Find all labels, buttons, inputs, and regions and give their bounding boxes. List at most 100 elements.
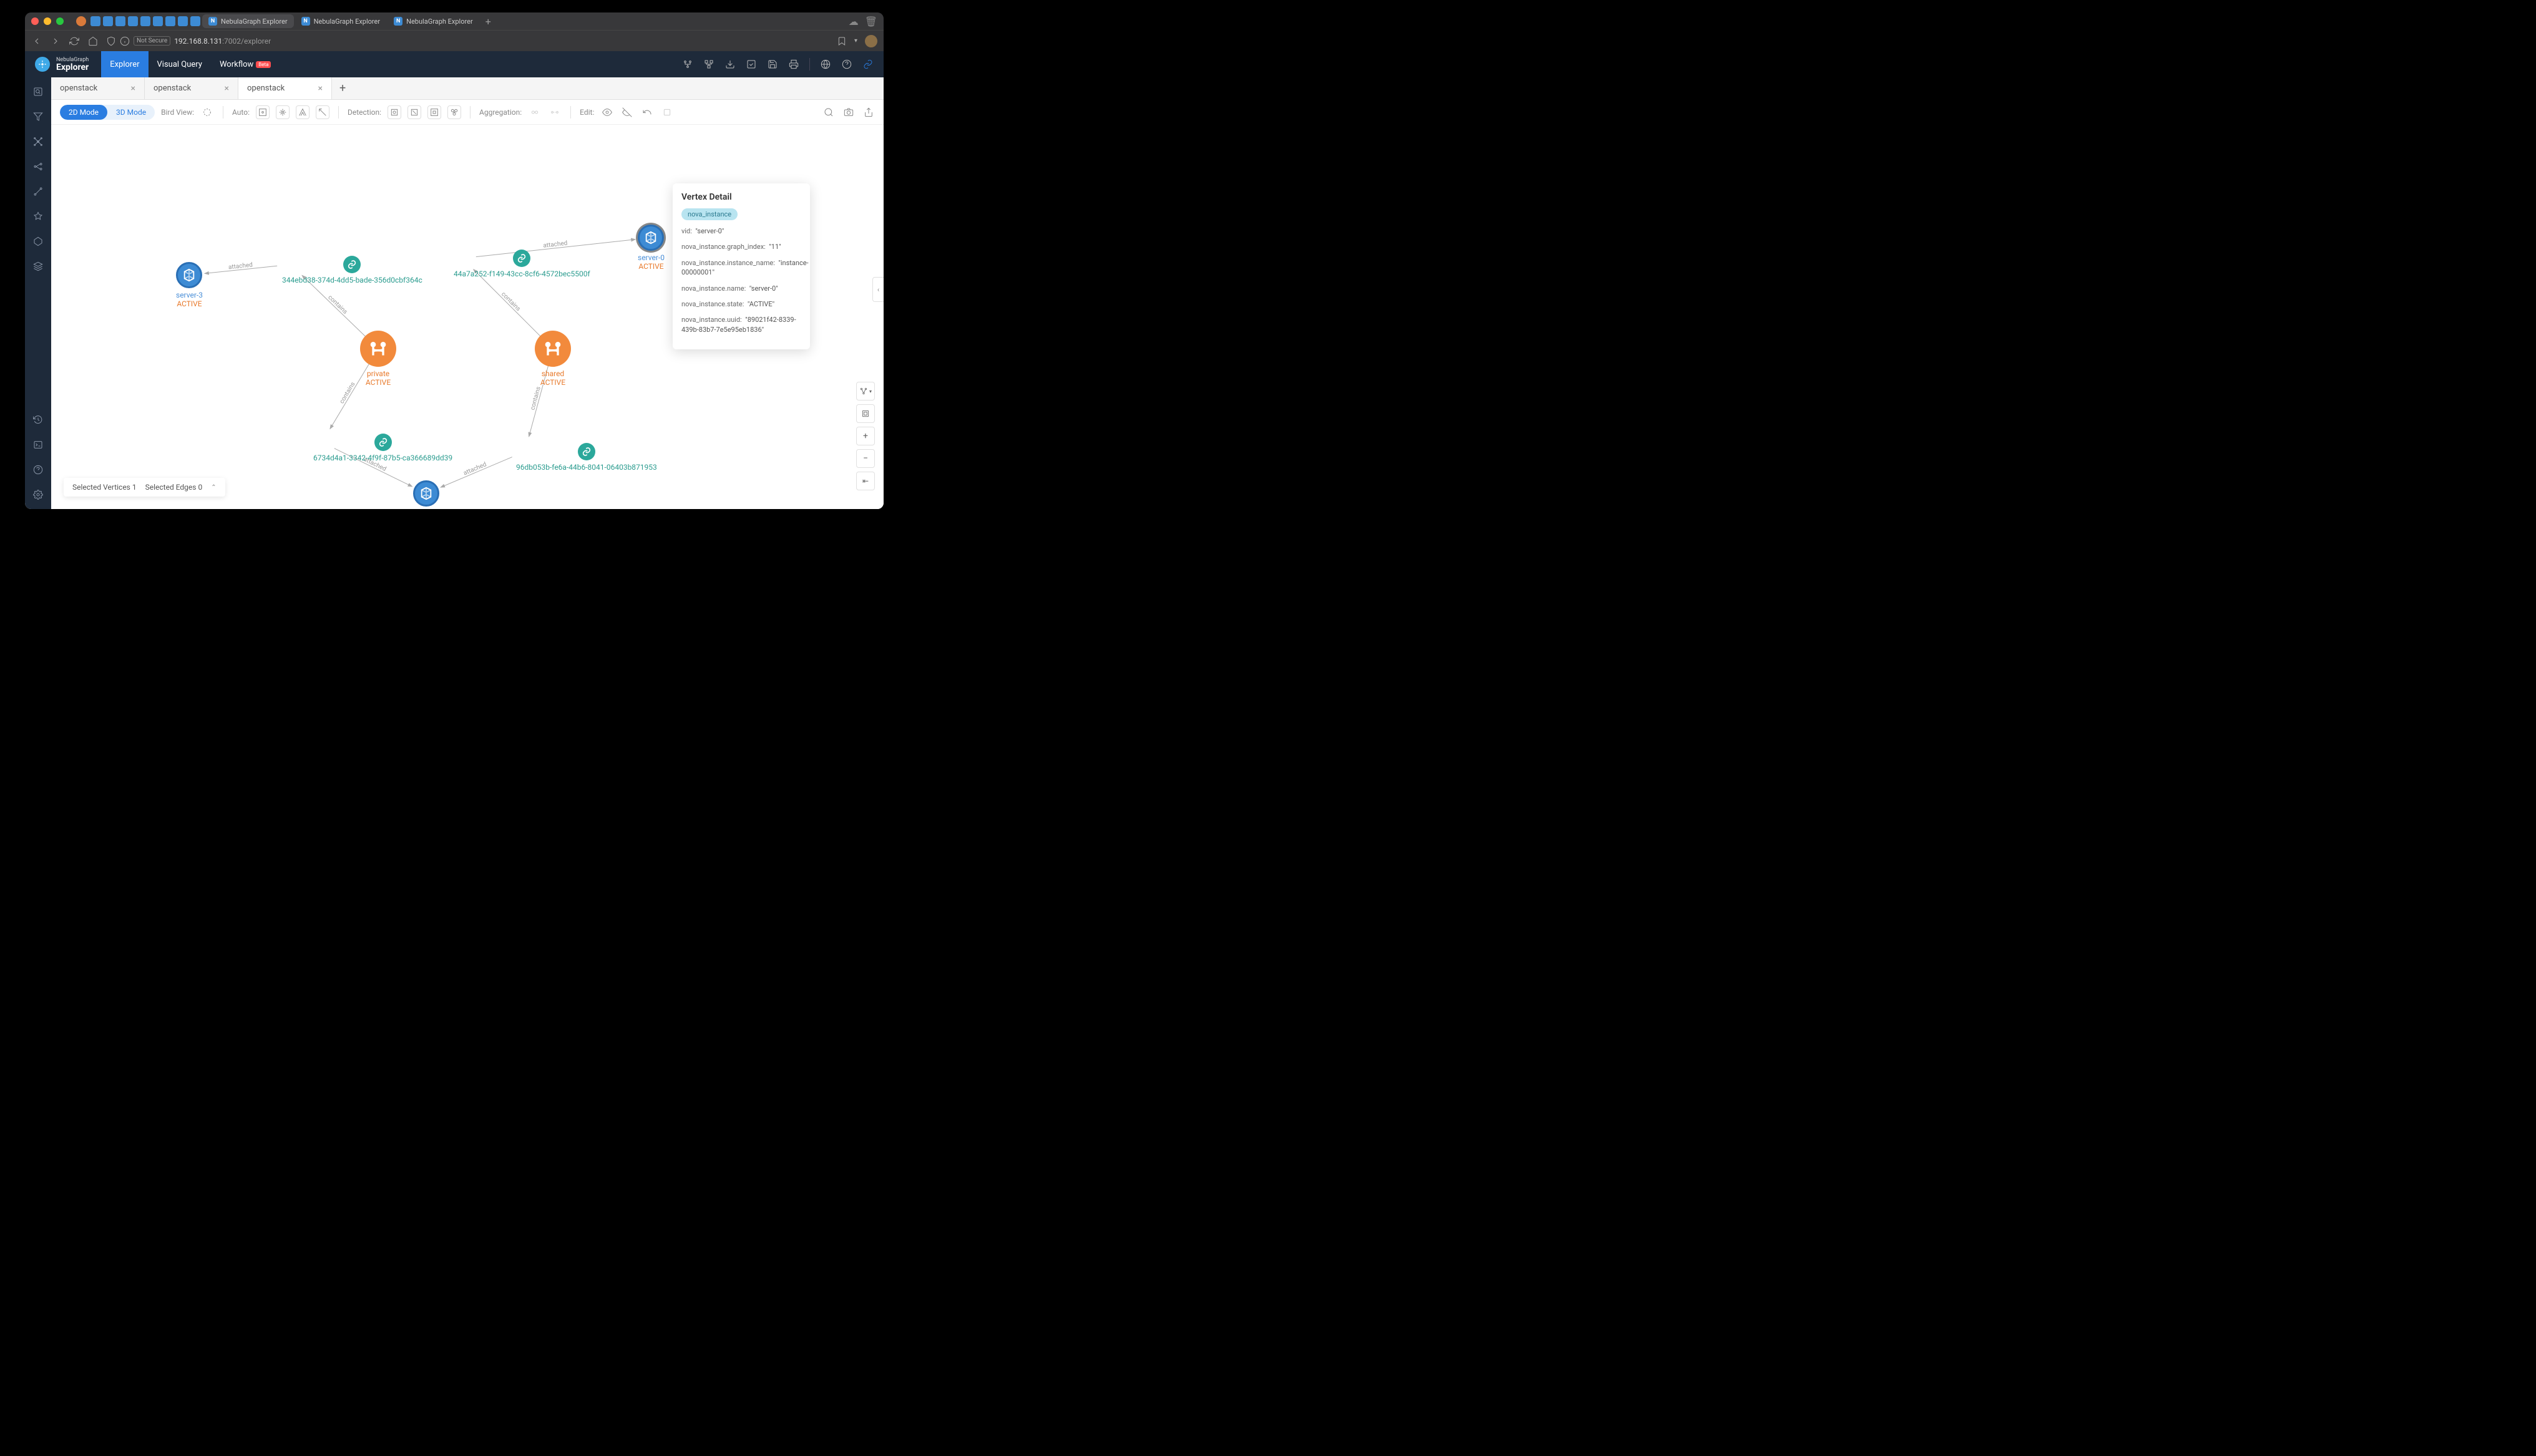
fit-view-button[interactable]	[856, 404, 875, 423]
delete-icon[interactable]	[660, 105, 674, 119]
document-tab[interactable]: openstack×	[238, 77, 332, 99]
document-tab[interactable]: openstack×	[145, 77, 238, 99]
tree-icon[interactable]	[703, 59, 714, 70]
edit-hide-icon[interactable]	[620, 105, 634, 119]
bookmark-icon[interactable]	[837, 36, 847, 46]
home-button[interactable]	[87, 36, 99, 47]
chevron-up-icon: ⌃	[211, 484, 216, 491]
share-icon[interactable]	[862, 106, 875, 119]
mini-tab[interactable]	[178, 16, 188, 26]
vertex-detail-panel: Vertex Detail nova_instance vid: "server…	[673, 183, 810, 349]
app-logo[interactable]: NebulaGraphExplorer	[35, 57, 89, 72]
download-icon[interactable]	[724, 59, 736, 70]
detection-isolate-icon[interactable]	[427, 105, 441, 119]
svg-text:attached: attached	[462, 461, 487, 477]
window-maximize-icon[interactable]	[56, 17, 64, 25]
trash-icon[interactable]: 🗑	[865, 16, 877, 27]
close-tab-icon[interactable]: ×	[225, 84, 229, 94]
template-icon[interactable]	[31, 210, 45, 223]
close-tab-icon[interactable]: ×	[318, 84, 323, 94]
close-tab-icon[interactable]: ×	[131, 84, 135, 94]
graph-node[interactable]: server-3ACTIVE	[176, 262, 203, 308]
settings-icon[interactable]	[31, 488, 45, 502]
graph-node[interactable]: privateACTIVE	[360, 331, 396, 387]
document-tabs: openstack×openstack×openstack×+	[51, 77, 884, 100]
add-tab-button[interactable]: +	[332, 82, 353, 95]
mini-tab[interactable]	[128, 16, 138, 26]
chevron-down-icon[interactable]: ▾	[854, 37, 857, 44]
reset-zoom-button[interactable]: ⇤	[856, 472, 875, 490]
filter-icon[interactable]	[31, 110, 45, 124]
layout-radial-icon[interactable]	[276, 105, 290, 119]
zoom-in-button[interactable]: +	[856, 427, 875, 445]
aggregation-ungroup-icon[interactable]	[548, 105, 562, 119]
help-icon[interactable]	[841, 59, 852, 70]
profile-avatar[interactable]	[865, 35, 877, 47]
graph-node[interactable]: 96db053b-fe6a-44b6-8041-06403b871953	[516, 443, 657, 472]
mini-tab[interactable]	[190, 16, 200, 26]
canvas-search-icon[interactable]	[822, 106, 835, 119]
layout-tree-icon[interactable]	[296, 105, 310, 119]
aggregation-group-icon[interactable]	[528, 105, 542, 119]
edit-show-icon[interactable]	[600, 105, 614, 119]
layers-icon[interactable]	[31, 260, 45, 273]
print-icon[interactable]	[788, 59, 799, 70]
security-badge: Not Secure	[134, 36, 170, 46]
undo-icon[interactable]	[640, 105, 654, 119]
graph-node[interactable]: 6734d4a1-3342-4f9f-87b5-ca366689dd39	[313, 434, 452, 462]
nav-explorer[interactable]: Explorer	[101, 51, 148, 77]
search-icon[interactable]	[31, 85, 45, 99]
graph-node[interactable]: 344ebd38-374d-4dd5-bade-356d0cbf364c	[282, 256, 422, 284]
window-close-icon[interactable]	[31, 17, 39, 25]
mini-tab[interactable]	[153, 16, 163, 26]
detection-hang-icon[interactable]	[407, 105, 421, 119]
layout-dagre-icon[interactable]	[316, 105, 329, 119]
browser-tab[interactable]: NNebulaGraph Explorer	[202, 14, 294, 28]
save-icon[interactable]	[767, 59, 778, 70]
mini-tab[interactable]	[90, 16, 100, 26]
browser-tab[interactable]: NNebulaGraph Explorer	[388, 14, 479, 28]
new-tab-button[interactable]: +	[480, 16, 496, 27]
mini-tab[interactable]	[103, 16, 113, 26]
screenshot-icon[interactable]	[842, 106, 855, 119]
console-icon[interactable]	[31, 438, 45, 452]
reload-button[interactable]	[69, 36, 80, 47]
branch-icon[interactable]	[682, 59, 693, 70]
detection-loop-icon[interactable]	[388, 105, 401, 119]
nav-workflow[interactable]: WorkflowBeta	[211, 51, 280, 77]
expand-icon[interactable]	[31, 135, 45, 148]
nav-visual-query[interactable]: Visual Query	[149, 51, 211, 77]
info-icon	[120, 36, 130, 46]
cloud-icon[interactable]: ☁	[849, 16, 859, 27]
export-icon[interactable]	[746, 59, 757, 70]
polygon-icon[interactable]	[31, 235, 45, 248]
graph-node[interactable]: sharedACTIVE	[535, 331, 571, 387]
graph-node[interactable]: server-1ACTIVE	[413, 480, 440, 509]
globe-icon[interactable]	[820, 59, 831, 70]
layout-menu-button[interactable]: ▾	[856, 382, 875, 400]
graph-node[interactable]: 44a7a252-f149-43cc-8cf6-4572bec5500f	[454, 250, 590, 278]
link-icon[interactable]	[862, 59, 874, 70]
back-button[interactable]	[31, 36, 42, 47]
window-minimize-icon[interactable]	[44, 17, 51, 25]
graph-node[interactable]: server-0ACTIVE	[638, 225, 665, 271]
zoom-out-button[interactable]: −	[856, 449, 875, 468]
mini-tab[interactable]	[165, 16, 175, 26]
mini-tab[interactable]	[140, 16, 150, 26]
selection-status[interactable]: Selected Vertices 1 Selected Edges 0 ⌃	[64, 478, 225, 497]
forward-button[interactable]	[50, 36, 61, 47]
connection-icon[interactable]	[31, 160, 45, 173]
detection-community-icon[interactable]	[447, 105, 461, 119]
mini-tab[interactable]	[115, 16, 125, 26]
history-icon[interactable]	[31, 413, 45, 427]
help-sidebar-icon[interactable]	[31, 463, 45, 477]
browser-tab[interactable]: NNebulaGraph Explorer	[295, 14, 387, 28]
document-tab[interactable]: openstack×	[51, 77, 145, 99]
mode-2d-button[interactable]: 2D Mode	[60, 105, 107, 120]
url-input[interactable]: Not Secure 192.168.8.131:7002/explorer	[106, 36, 829, 46]
layout-force-icon[interactable]	[256, 105, 270, 119]
path-icon[interactable]	[31, 185, 45, 198]
bird-view-toggle[interactable]	[200, 105, 214, 119]
panel-collapse-button[interactable]: ‹	[872, 277, 884, 302]
mode-3d-button[interactable]: 3D Mode	[107, 105, 155, 120]
